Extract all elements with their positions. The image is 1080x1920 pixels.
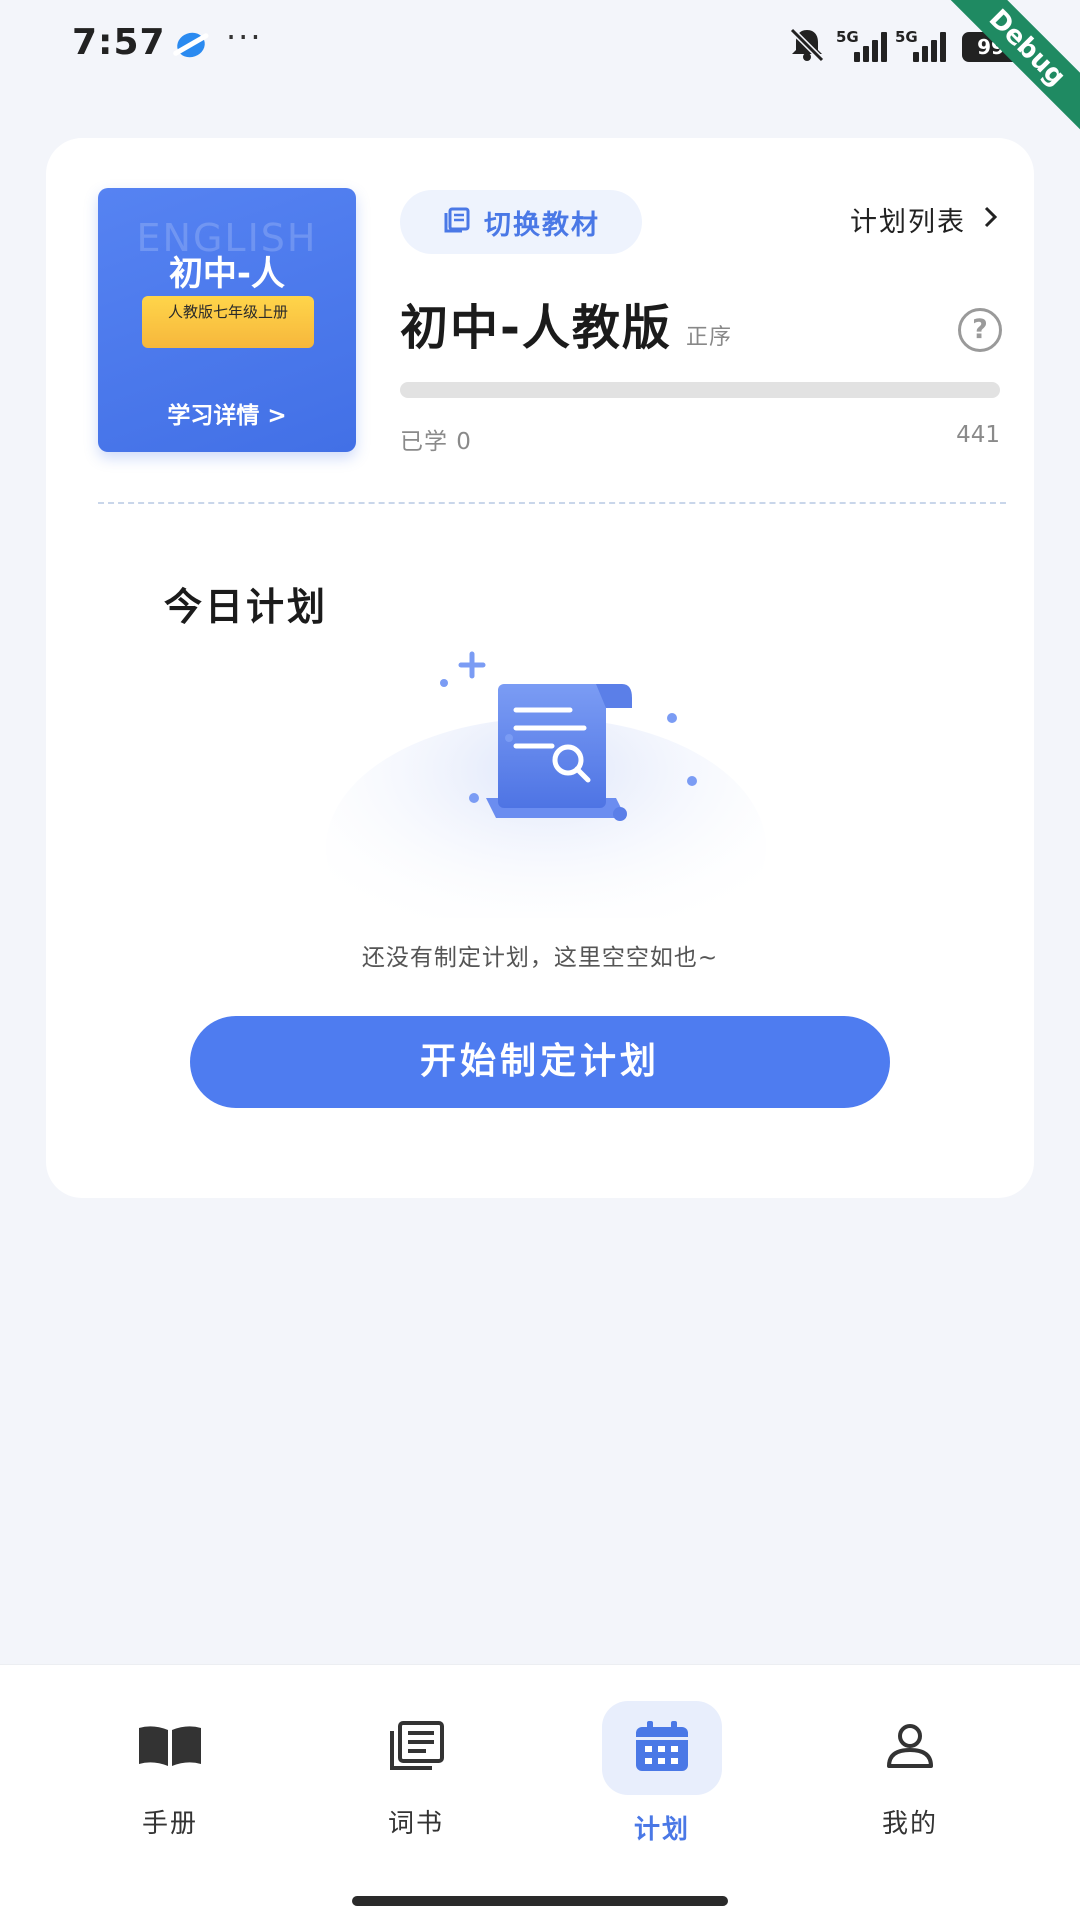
mute-bell-icon [786,26,828,63]
book-open-icon [137,1724,203,1772]
nav-label: 手册 [141,1809,198,1839]
debug-ribbon: Debug [931,0,1080,144]
nav-label: 词书 [387,1809,444,1839]
person-icon [885,1722,935,1774]
cover-title: 初中-人 [168,254,286,294]
chevron-right-icon [984,204,998,235]
bottom-nav: 手册 词书 计划 我的 [0,1664,1080,1920]
plan-list-label: 计划列表 [850,207,966,238]
book-title: 初中-人教版 [400,300,672,356]
empty-plan-message: 还没有制定计划，这里空空如也~ [361,945,719,971]
status-bar: 7:57 ··· 5G 5G 99 Debug [0,0,1080,144]
book-cover[interactable]: ENGLISH 初中-人 人教版七年级上册 学习详情 > [98,188,356,452]
cover-edition-label: 人教版七年级上册 [142,296,314,348]
wordbook-icon [386,1720,446,1776]
today-plan-title: 今日计划 [164,585,329,629]
network-type-label: 5G [836,28,859,46]
nav-label: 我的 [881,1809,938,1839]
signal-sim1: 5G [836,28,887,62]
nav-label: 计划 [633,1815,690,1845]
total-count: 441 [956,422,1000,448]
learning-progress-bar [400,382,1000,398]
signal-sim2: 5G [895,28,946,62]
study-details-link[interactable]: 学习详情 > [98,396,356,430]
signal-bars-icon [913,32,946,62]
nav-item-wordbook[interactable]: 词书 [336,1701,496,1840]
dashed-divider [98,502,1006,504]
nav-item-mine[interactable]: 我的 [830,1701,990,1840]
status-time: 7:57 [72,22,166,63]
network-type-label: 5G [895,28,918,46]
status-more-indicator: ··· [226,18,263,56]
book-name: 初中-人教版 正序 [400,288,732,358]
switch-textbook-button[interactable]: 切换教材 [400,190,642,254]
home-indicator[interactable] [352,1896,728,1906]
nav-item-plan[interactable]: 计划 [582,1701,742,1846]
start-plan-button[interactable]: 开始制定计划 [190,1016,890,1108]
nav-item-handbook[interactable]: 手册 [90,1701,250,1840]
plan-card: ENGLISH 初中-人 人教版七年级上册 学习详情 > 切换教材 计划列表 初… [46,138,1034,1198]
book-order-label: 正序 [685,325,732,350]
plan-list-link[interactable]: 计划列表 [850,200,998,239]
book-switch-icon [442,206,472,238]
calendar-icon [633,1719,691,1777]
learned-count: 已学 0 [400,429,472,455]
browser-app-icon [173,28,209,62]
signal-bars-icon [854,32,887,62]
help-icon[interactable]: ? [958,308,1002,352]
empty-plan-illustration [326,648,766,978]
switch-textbook-label: 切换教材 [484,209,600,241]
